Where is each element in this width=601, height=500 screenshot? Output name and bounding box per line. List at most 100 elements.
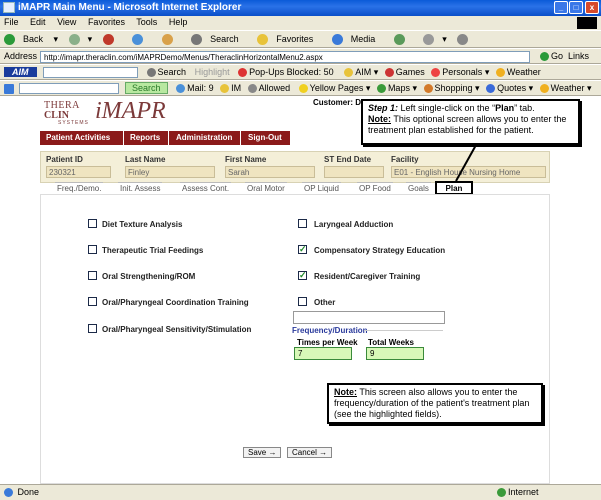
print-icon	[457, 34, 469, 46]
menu-edit[interactable]: Edit	[30, 17, 46, 27]
shopping-button[interactable]: Shopping ▾	[423, 83, 480, 94]
ie-icon	[3, 2, 15, 13]
forward-button[interactable]: ▾	[68, 34, 92, 46]
games-button[interactable]: Games	[384, 67, 425, 78]
quotes-button[interactable]: Quotes ▾	[486, 83, 533, 94]
sensitivity-stimulation-checkbox[interactable]	[88, 324, 97, 333]
cancel-button[interactable]: Cancel →	[287, 447, 333, 458]
other-checkbox[interactable]	[298, 297, 307, 306]
toolbar-search-input[interactable]	[18, 83, 119, 95]
popup-blocker-button[interactable]: Pop-Ups Blocked: 50	[238, 67, 334, 78]
yellow-pages-icon	[298, 84, 308, 94]
address-bar: Address http://imapr.theraclin.com/iMAPR…	[0, 48, 601, 64]
print-button[interactable]	[457, 34, 476, 46]
nav-patient-activities[interactable]: Patient Activities	[46, 133, 110, 142]
media-icon	[331, 34, 343, 46]
weather-button[interactable]: Weather	[495, 67, 541, 78]
internet-zone-icon	[497, 488, 506, 498]
refresh-button[interactable]	[132, 34, 151, 46]
maximize-button[interactable]: □	[569, 1, 583, 14]
laryngeal-adduction-checkbox[interactable]	[298, 219, 307, 228]
address-input[interactable]: http://imapr.theraclin.com/iMAPRDemo/Men…	[40, 51, 530, 63]
theraclin-logo-sub: SYSTEMS	[58, 120, 89, 126]
app-nav-bar: Patient Activities Reports Administratio…	[40, 131, 290, 145]
favorites-button[interactable]: Favorites	[257, 34, 321, 46]
standard-toolbar: Back ▾ ▾ Search Favorites Media ▾	[0, 30, 601, 48]
games-icon	[384, 68, 394, 78]
history-icon	[393, 34, 405, 46]
patient-id-label: Patient ID	[46, 155, 83, 164]
diet-texture-checkbox[interactable]	[88, 219, 97, 228]
other-text-input[interactable]	[293, 311, 445, 324]
st-end-date-field	[324, 166, 384, 178]
menu-file[interactable]: File	[4, 17, 19, 27]
coordination-training-checkbox[interactable]	[88, 297, 97, 306]
yellow-pages-button[interactable]: Yellow Pages ▾	[298, 83, 370, 94]
page-content: THERA CLIN SYSTEMS iMAPR Customer: D Pat…	[0, 96, 601, 484]
stop-button[interactable]	[102, 34, 122, 46]
save-button[interactable]: Save →	[243, 447, 282, 458]
toolbar-search-button[interactable]: Search	[125, 82, 168, 94]
times-per-week-label: Times per Week	[297, 338, 358, 347]
tab-init-assess[interactable]: Init. Assess	[118, 182, 163, 194]
compensatory-strategy-checkbox[interactable]: ✓	[298, 245, 307, 254]
toolbar-weather-button[interactable]: Weather ▾	[539, 83, 592, 94]
media-button[interactable]: Media	[331, 34, 384, 46]
nav-separator	[168, 131, 169, 145]
home-button[interactable]	[161, 34, 181, 46]
menu-bar: File Edit View Favorites Tools Help	[0, 16, 601, 30]
tab-goals[interactable]: Goals	[406, 182, 431, 194]
sun-icon	[539, 84, 549, 94]
times-per-week-input[interactable]: 7	[294, 347, 352, 360]
security-zone: Internet	[497, 487, 539, 498]
search-icon	[146, 68, 156, 78]
menu-view[interactable]: View	[57, 17, 76, 27]
window-title-bar: iMAPR Main Menu - Microsoft Internet Exp…	[0, 0, 601, 16]
tab-op-liquid[interactable]: OP Liquid	[302, 182, 341, 194]
facility-label: Facility	[391, 155, 419, 164]
maps-button[interactable]: Maps ▾	[376, 83, 417, 94]
close-button[interactable]: x	[585, 1, 599, 14]
links-button[interactable]: Links	[568, 51, 589, 61]
plan-form-panel	[40, 194, 550, 484]
oral-strengthening-label: Oral Strengthening/ROM	[102, 272, 196, 281]
refresh-icon	[132, 34, 144, 46]
nav-administration[interactable]: Administration	[176, 133, 232, 142]
tab-op-food[interactable]: OP Food	[357, 182, 393, 194]
back-button[interactable]: Back ▾	[4, 34, 58, 46]
laryngeal-adduction-label: Laryngeal Adduction	[314, 220, 394, 229]
total-weeks-input[interactable]: 9	[366, 347, 424, 360]
address-label: Address	[4, 51, 38, 61]
shopping-icon	[423, 84, 433, 94]
aim-search-input[interactable]	[43, 67, 139, 79]
oral-strengthening-checkbox[interactable]	[88, 271, 97, 280]
toolbar-allowed-button[interactable]: Allowed	[247, 83, 290, 94]
tab-assess-cont[interactable]: Assess Cont.	[180, 182, 232, 194]
tab-oral-motor[interactable]: Oral Motor	[245, 182, 287, 194]
nav-sign-out[interactable]: Sign-Out	[248, 133, 282, 142]
menu-help[interactable]: Help	[169, 17, 188, 27]
aim-search-button[interactable]: Search	[146, 67, 186, 78]
go-button[interactable]: Go	[540, 51, 563, 62]
toolbar-im-button[interactable]: IM	[220, 83, 241, 94]
search-button[interactable]: Search	[191, 34, 247, 46]
tab-freq-demo[interactable]: Freq./Demo.	[55, 182, 104, 194]
highlight-button[interactable]: Highlight	[195, 67, 230, 77]
personals-button[interactable]: Personals ▾	[431, 67, 489, 78]
history-button[interactable]	[393, 34, 413, 46]
menu-favorites[interactable]: Favorites	[88, 17, 125, 27]
stop-icon	[102, 34, 114, 46]
callout-pointer-icon	[455, 145, 477, 182]
window-title: iMAPR Main Menu - Microsoft Internet Exp…	[18, 2, 242, 13]
trial-feedings-checkbox[interactable]	[88, 245, 97, 254]
aim-logo[interactable]: AIM	[4, 67, 37, 77]
blocked-icon	[238, 68, 248, 78]
aim-menu-button[interactable]: AIM ▾	[344, 67, 378, 78]
home-icon	[161, 34, 173, 46]
mail-button[interactable]: ▾	[423, 34, 447, 46]
menu-tools[interactable]: Tools	[136, 17, 157, 27]
toolbar-mail-button[interactable]: Mail: 9	[176, 83, 214, 94]
caregiver-training-checkbox[interactable]: ✓	[298, 271, 307, 280]
nav-reports[interactable]: Reports	[130, 133, 160, 142]
minimize-button[interactable]: _	[554, 1, 568, 14]
